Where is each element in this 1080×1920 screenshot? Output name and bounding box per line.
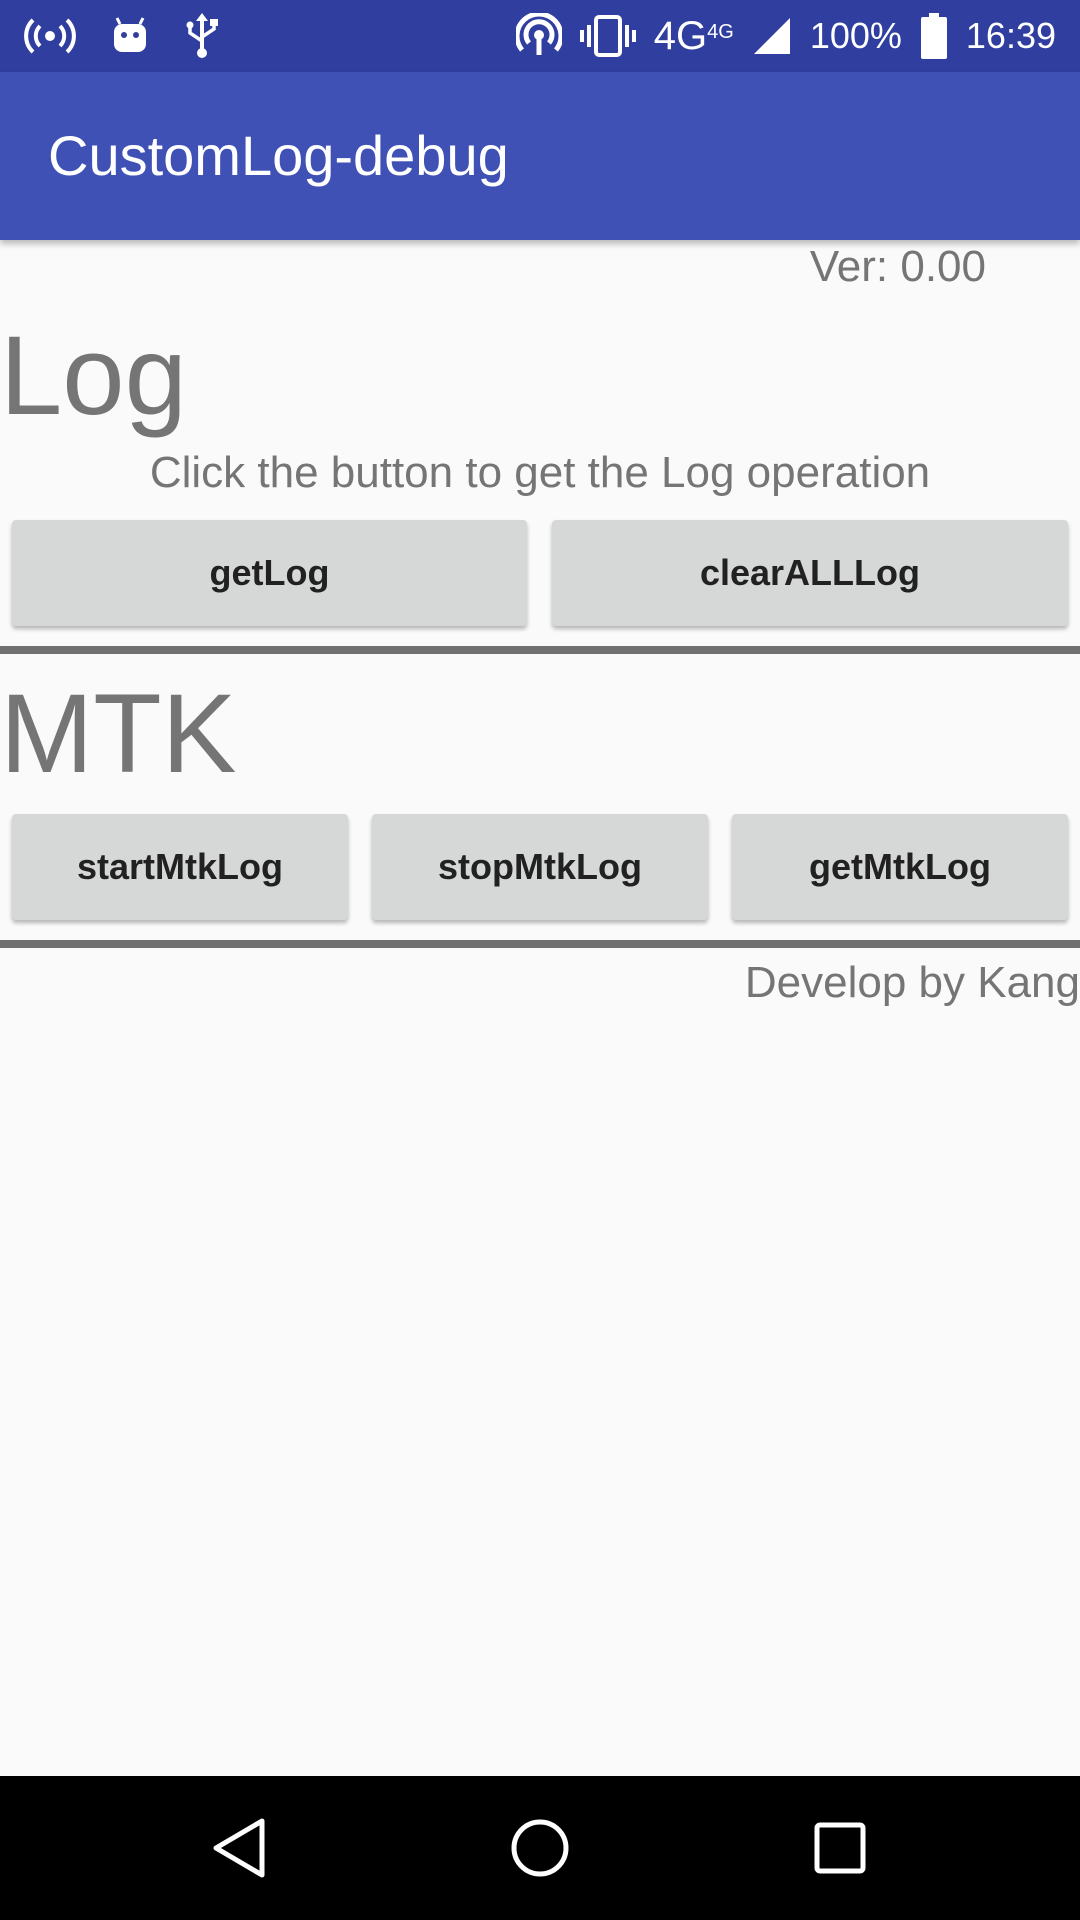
- network-type: 4G4G: [654, 0, 734, 72]
- status-bar: 4G4G 100% 16:39: [0, 0, 1080, 72]
- home-button[interactable]: [460, 1776, 620, 1920]
- network-type-small: 4G: [707, 21, 734, 43]
- app-title: CustomLog-debug: [48, 124, 509, 187]
- navigation-bar: [0, 1776, 1080, 1920]
- recents-button[interactable]: [760, 1776, 920, 1920]
- section-divider: [0, 940, 1080, 948]
- log-section-title: Log: [0, 313, 187, 438]
- screen: 4G4G 100% 16:39 CustomLog-debug Ver: 0.0…: [0, 0, 1080, 1920]
- log-hint-text: Click the button to get the Log operatio…: [149, 448, 931, 497]
- start-mtk-log-button[interactable]: startMtkLog: [12, 814, 348, 920]
- status-right-icons: 4G4G 100% 16:39: [515, 0, 1056, 72]
- vibrate-icon: [579, 13, 636, 59]
- battery-percent: 100%: [809, 15, 902, 56]
- network-type-label: 4G: [653, 14, 708, 58]
- get-log-button[interactable]: getLog: [12, 520, 527, 626]
- get-mtk-log-button[interactable]: getMtkLog: [732, 814, 1068, 920]
- wifi-tethering-icon: [515, 13, 562, 59]
- clear-all-log-button[interactable]: clearALLLog: [552, 520, 1068, 626]
- clock: 16:39: [965, 15, 1056, 56]
- app-bar: CustomLog-debug: [0, 72, 1080, 240]
- status-left-icons: [24, 0, 220, 72]
- home-icon: [511, 1819, 569, 1877]
- android-debug-icon: [110, 16, 150, 56]
- back-icon: [213, 1818, 265, 1878]
- battery-icon: [920, 13, 948, 59]
- hotspot-icon: [24, 16, 76, 56]
- developer-credit: Develop by Kang: [744, 958, 1080, 1007]
- stop-mtk-log-button[interactable]: stopMtkLog: [372, 814, 708, 920]
- signal-icon: [752, 16, 792, 56]
- usb-icon: [184, 13, 220, 59]
- recents-icon: [814, 1822, 866, 1874]
- version-label: Ver: 0.00: [809, 242, 986, 291]
- mtk-section-title: MTK: [0, 671, 237, 796]
- section-divider: [0, 646, 1080, 654]
- back-button[interactable]: [160, 1776, 320, 1920]
